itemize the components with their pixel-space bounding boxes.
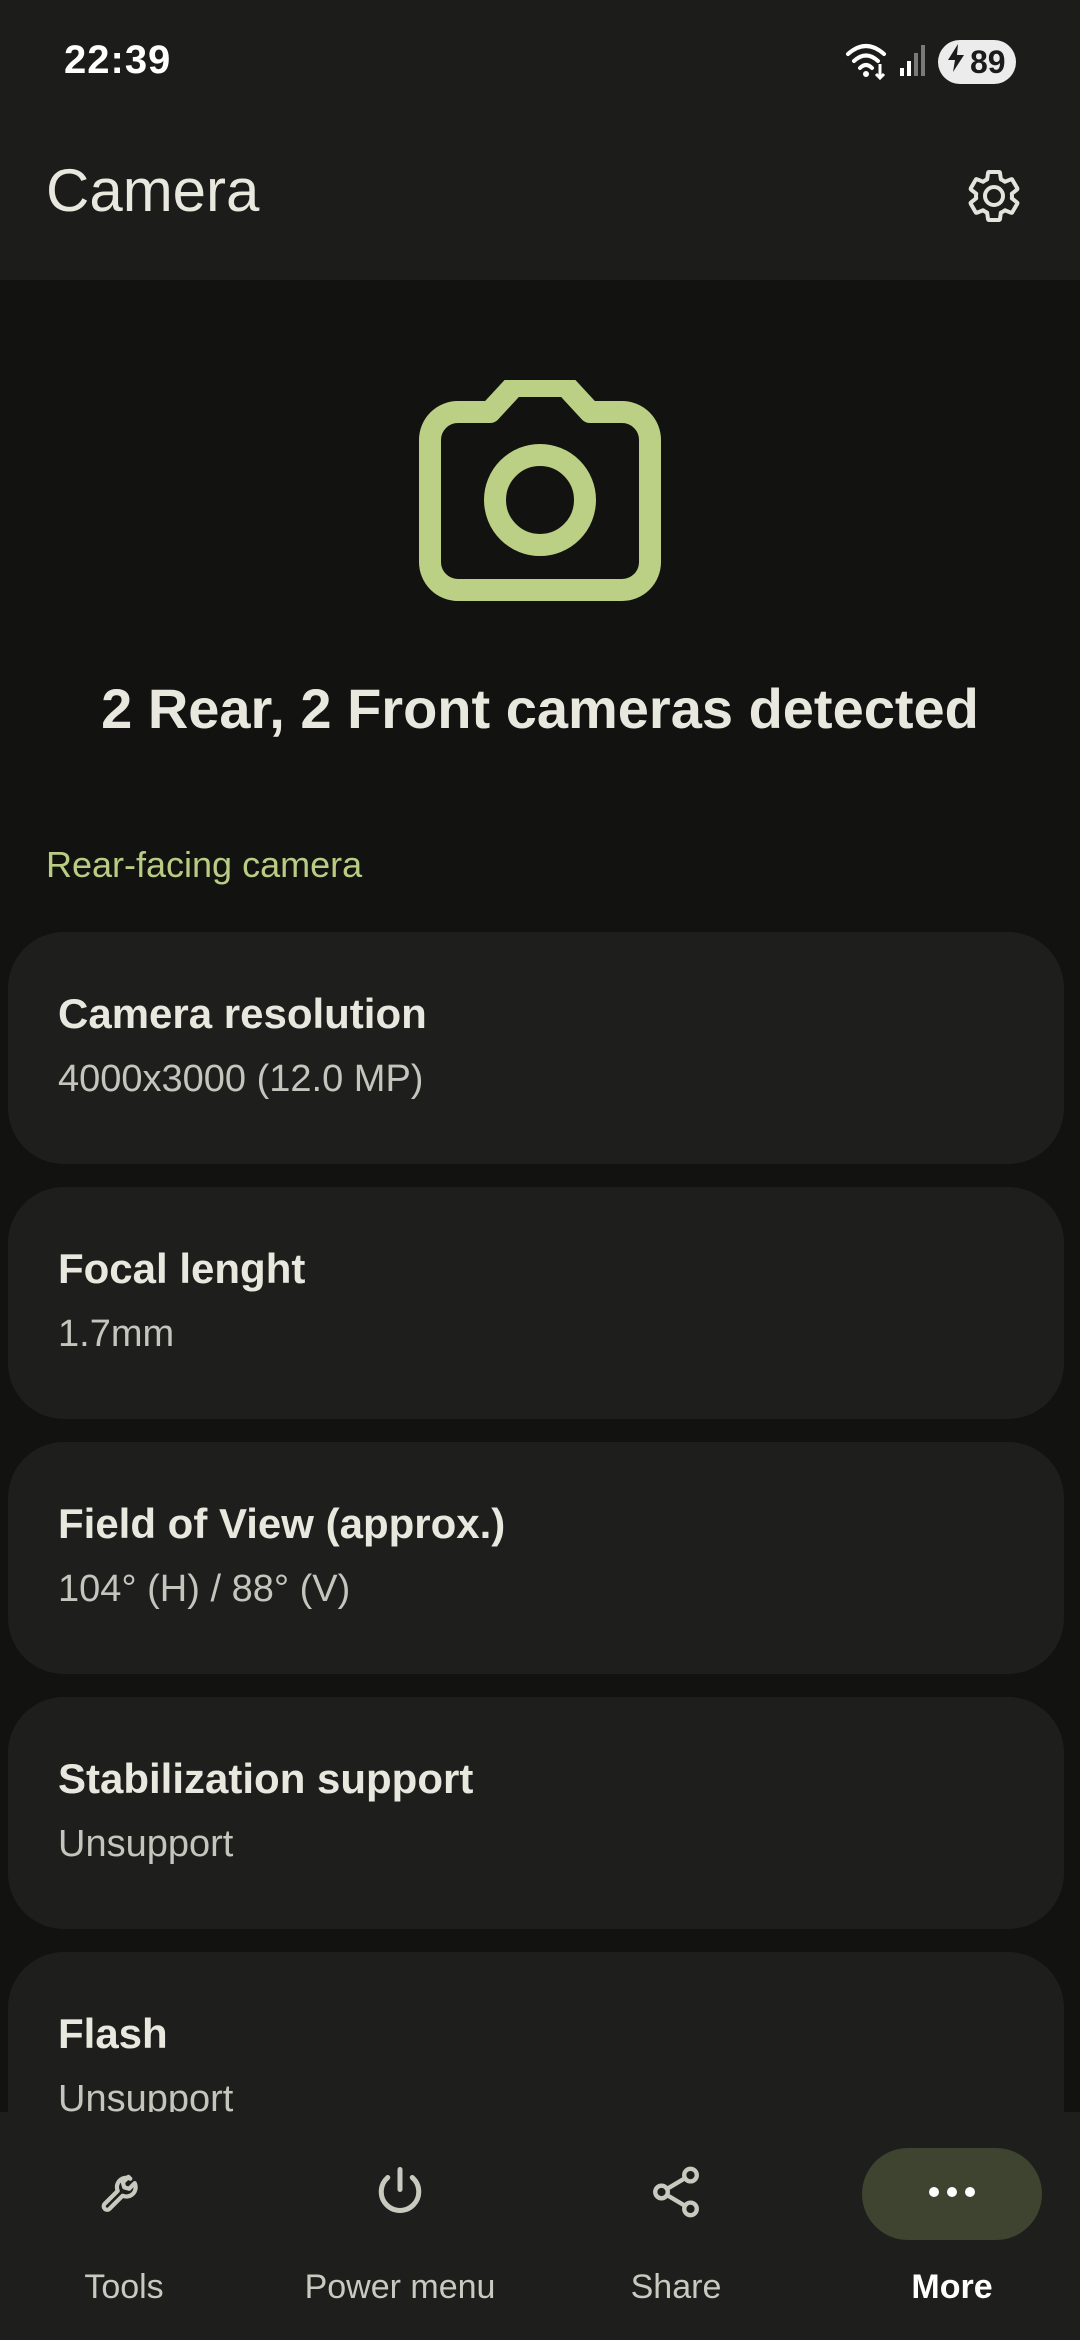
card-title: Stabilization support	[58, 1755, 474, 1802]
wrench-icon	[96, 2164, 152, 2225]
nav-icon-container	[586, 2148, 766, 2240]
status-time: 22:39	[64, 38, 172, 82]
settings-button[interactable]	[944, 148, 1044, 248]
battery-indicator: 89	[938, 40, 1016, 84]
nav-icon-container	[310, 2148, 490, 2240]
status-icons: 89	[844, 38, 1016, 86]
gear-icon	[964, 166, 1024, 231]
app-screen: 22:39 89 Camera 2 Rear, 2 Front cameras …	[0, 0, 1080, 2340]
app-bar: Camera	[0, 120, 1080, 280]
nav-label: Power menu	[304, 2268, 496, 2306]
card-title: Flash	[58, 2010, 168, 2057]
nav-active-indicator	[862, 2148, 1042, 2240]
card-value: 4000x3000 (12.0 MP)	[58, 1058, 424, 1100]
share-icon	[647, 2163, 705, 2226]
nav-item-tools[interactable]: Tools	[34, 2112, 214, 2340]
info-card-field-of-view[interactable]: Field of View (approx.) 104° (H) / 88° (…	[8, 1442, 1064, 1674]
nav-label: Tools	[84, 2268, 164, 2306]
wifi-icon	[844, 40, 888, 85]
card-value: Unsupport	[58, 1823, 234, 1865]
nav-label: More	[911, 2268, 993, 2306]
nav-item-power-menu[interactable]: Power menu	[290, 2112, 510, 2340]
section-header-rear-camera: Rear-facing camera	[46, 844, 363, 885]
nav-item-more[interactable]: More	[862, 2112, 1042, 2340]
nav-item-share[interactable]: Share	[586, 2112, 766, 2340]
status-bar: 22:39 89	[0, 0, 1080, 120]
power-icon	[370, 2162, 430, 2227]
card-value: 104° (H) / 88° (V)	[58, 1568, 351, 1610]
battery-charging-icon	[946, 43, 966, 81]
card-value: 1.7mm	[58, 1313, 175, 1355]
info-card-stabilization[interactable]: Stabilization support Unsupport	[8, 1697, 1064, 1929]
nav-label: Share	[630, 2268, 722, 2306]
page-title: Camera	[46, 157, 260, 224]
card-title: Camera resolution	[58, 990, 427, 1037]
cameras-detected-summary: 2 Rear, 2 Front cameras detected	[101, 677, 979, 740]
card-title: Focal lenght	[58, 1245, 306, 1292]
more-dots-icon	[924, 2182, 980, 2207]
info-card-camera-resolution[interactable]: Camera resolution 4000x3000 (12.0 MP)	[8, 932, 1064, 1164]
signal-icon	[898, 42, 928, 83]
battery-level: 89	[970, 43, 1006, 80]
card-title: Field of View (approx.)	[58, 1500, 506, 1547]
info-card-focal-length[interactable]: Focal lenght 1.7mm	[8, 1187, 1064, 1419]
camera-icon	[418, 375, 662, 602]
nav-icon-container	[34, 2148, 214, 2240]
bottom-navigation: Tools Power menu Share More	[0, 2112, 1080, 2340]
